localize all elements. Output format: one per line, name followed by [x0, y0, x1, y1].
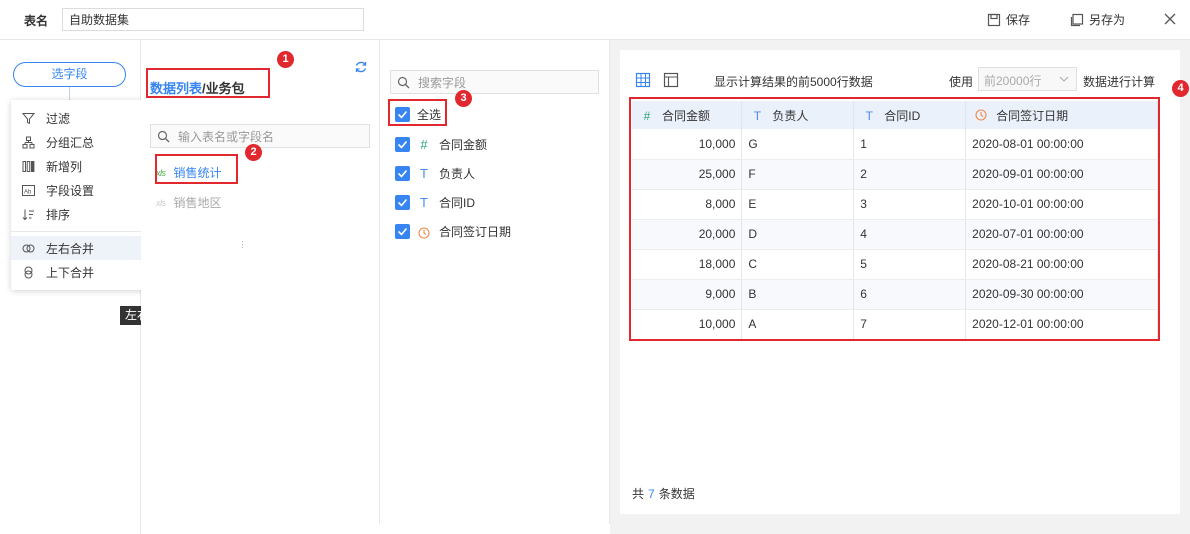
menu-item-label: 字段设置: [46, 183, 95, 198]
save-as-icon: [1070, 13, 1084, 26]
field-name: 合同ID: [439, 196, 476, 210]
preview-description: 显示计算结果的前5000行数据: [714, 75, 873, 89]
search-placeholder: 输入表名或字段名: [178, 129, 275, 144]
menu-item-left-right-merge[interactable]: 左右合并: [11, 236, 151, 260]
close-icon[interactable]: [1163, 12, 1177, 26]
annotation-box-1: [146, 68, 270, 98]
filter-icon: [22, 112, 35, 124]
field-item-sign-date[interactable]: 合同签订日期: [395, 223, 511, 240]
svg-text:Ab: Ab: [24, 189, 32, 195]
save-icon: [987, 13, 1001, 26]
calc-label: 数据进行计算: [1083, 75, 1156, 89]
annotation-marker-1: 1: [277, 51, 294, 68]
field-name: 合同金额: [439, 138, 488, 152]
checkbox-checked-icon: [395, 195, 410, 210]
operations-menu: 过滤 分组汇总 新增列 Ab 字段设置 排序 左右合并 上下合并: [11, 100, 151, 290]
menu-item-label: 排序: [46, 207, 71, 222]
field-item-contract-id[interactable]: T 合同ID: [395, 194, 475, 211]
top-bar: 表名 保存 另存为: [0, 0, 1190, 40]
row-count-suffix: 条数据: [658, 487, 695, 501]
table-view-icon[interactable]: [635, 72, 651, 88]
menu-item-label: 过滤: [46, 111, 71, 126]
annotation-box-3: [388, 99, 447, 126]
menu-item-label: 新增列: [46, 159, 83, 174]
checkbox-checked-icon: [395, 166, 410, 181]
table-name-label: 表名: [24, 14, 49, 28]
search-icon: [157, 130, 170, 142]
annotation-marker-2: 2: [245, 144, 262, 161]
text-type-icon: T: [420, 195, 428, 210]
row-count-prefix: 共: [632, 487, 645, 501]
table-name-input[interactable]: [62, 8, 364, 31]
table-item-label: 销售地区: [173, 196, 222, 210]
checkbox-checked-icon: [395, 224, 410, 239]
table-item-sales-region[interactable]: xls 销售地区: [156, 194, 222, 211]
date-type-icon: [417, 224, 431, 239]
resize-handle[interactable]: ···: [241, 237, 244, 252]
search-placeholder: 搜索字段: [418, 75, 467, 90]
menu-item-label: 左右合并: [46, 241, 95, 256]
field-item-owner[interactable]: T 负责人: [395, 165, 475, 182]
text-type-icon: T: [420, 166, 428, 181]
number-type-icon: #: [420, 137, 428, 152]
save-button[interactable]: 保存: [987, 11, 1030, 28]
sort-icon: [22, 209, 34, 220]
menu-item-new-column[interactable]: 新增列: [11, 154, 151, 178]
use-label: 使用: [949, 75, 974, 89]
row-limit-value: 前20000行: [984, 74, 1042, 88]
menu-divider: [11, 231, 151, 232]
menu-item-field-settings[interactable]: Ab 字段设置: [11, 178, 151, 202]
select-field-button[interactable]: 选字段: [13, 62, 126, 87]
menu-item-sort[interactable]: 排序: [11, 202, 151, 226]
search-icon: [397, 76, 410, 88]
menu-item-label: 上下合并: [46, 265, 95, 280]
left-right-merge-icon: [22, 244, 35, 252]
save-as-label: 另存为: [1089, 13, 1126, 27]
layout-view-icon[interactable]: [663, 72, 679, 88]
refresh-icon[interactable]: [354, 60, 368, 74]
annotation-marker-4: 4: [1172, 80, 1189, 97]
group-icon: [22, 136, 35, 148]
top-bottom-merge-icon: [24, 266, 33, 278]
field-settings-icon: Ab: [22, 184, 35, 196]
data-list-panel: 数据列表/业务包 输入表名或字段名 xls 销售统计 xls 销售地区: [141, 40, 380, 524]
annotation-box-2: [155, 154, 238, 184]
field-search-input[interactable]: 搜索字段: [390, 70, 599, 94]
row-limit-select[interactable]: 前20000行: [978, 67, 1077, 91]
table-search-input[interactable]: 输入表名或字段名: [150, 124, 370, 148]
menu-item-label: 分组汇总: [46, 135, 95, 150]
row-count: 共 7 条数据: [632, 485, 695, 502]
save-label: 保存: [1006, 13, 1031, 27]
field-name: 合同签订日期: [439, 225, 512, 239]
chevron-down-icon: [1059, 76, 1069, 82]
field-name: 负责人: [439, 167, 476, 181]
checkbox-checked-icon: [395, 137, 410, 152]
menu-item-filter[interactable]: 过滤: [11, 106, 151, 130]
menu-item-top-bottom-merge[interactable]: 上下合并: [11, 260, 151, 284]
annotation-marker-3: 3: [455, 90, 472, 107]
new-column-icon: [22, 160, 35, 172]
xls-icon: xls: [156, 197, 166, 208]
menu-item-group-summary[interactable]: 分组汇总: [11, 130, 151, 154]
annotation-box-4: [629, 97, 1160, 341]
row-count-number: 7: [648, 487, 655, 501]
save-as-button[interactable]: 另存为: [1070, 11, 1125, 28]
field-item-contract-amount[interactable]: # 合同金额: [395, 136, 487, 153]
